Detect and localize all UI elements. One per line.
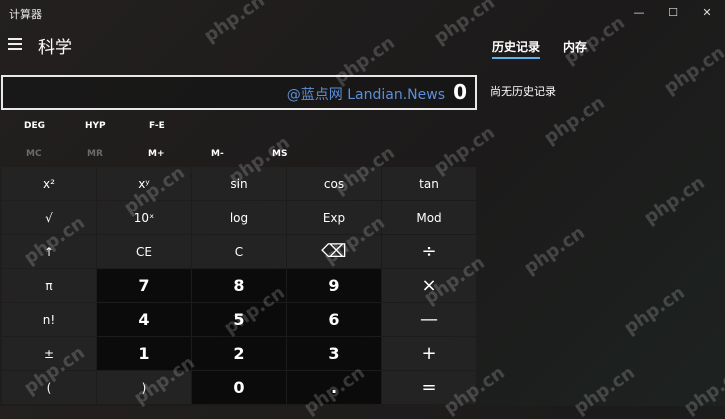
exp-key[interactable]: Exp [287, 201, 381, 234]
clear-entry-key[interactable]: CE [97, 235, 191, 268]
digit-7-key[interactable]: 7 [97, 269, 191, 302]
memory-subtract-button[interactable]: M- [211, 149, 224, 159]
sqrt-key[interactable]: √ [2, 201, 96, 234]
open-paren-key[interactable]: ( [2, 371, 96, 404]
digit-3-key[interactable]: 3 [287, 337, 381, 370]
display-watermark: @蓝点网 Landian.News [286, 87, 445, 103]
minimize-button[interactable]: — [629, 4, 649, 22]
watermark-text: php.cn [540, 92, 609, 149]
watermark-text: php.cn [680, 362, 725, 419]
decimal-key[interactable]: . [287, 371, 381, 404]
title-bar: 计算器 — ☐ ✕ [0, 0, 725, 28]
keypad: x² xʸ sin cos tan √ 10ˣ log Exp Mod ↑ CE C ⌫ ÷ π 7 8 9 × n! 4… [2, 167, 477, 406]
tab-history[interactable]: 历史记录 [492, 38, 540, 55]
menu-icon[interactable] [8, 38, 22, 50]
pi-key[interactable]: π [2, 269, 96, 302]
minus-key[interactable]: — [382, 303, 476, 336]
tan-key[interactable]: tan [382, 167, 476, 200]
digit-9-key[interactable]: 9 [287, 269, 381, 302]
multiply-key[interactable]: × [382, 269, 476, 302]
hyp-button[interactable]: HYP [85, 121, 106, 131]
backspace-key[interactable]: ⌫ [287, 235, 381, 268]
digit-0-key[interactable]: 0 [192, 371, 286, 404]
mode-title: 科学 [38, 38, 72, 58]
shift-key[interactable]: ↑ [2, 235, 96, 268]
digit-5-key[interactable]: 5 [192, 303, 286, 336]
watermark-text: php.cn [570, 362, 639, 419]
plus-key[interactable]: + [382, 337, 476, 370]
angle-unit-button[interactable]: DEG [24, 121, 45, 131]
fe-button[interactable]: F-E [149, 121, 165, 131]
log-key[interactable]: log [192, 201, 286, 234]
history-empty-text: 尚无历史记录 [490, 85, 556, 98]
digit-1-key[interactable]: 1 [97, 337, 191, 370]
watermark-text: php.cn [520, 222, 589, 279]
tab-memory[interactable]: 内存 [563, 38, 587, 55]
close-button[interactable]: ✕ [697, 4, 717, 22]
square-key[interactable]: x² [2, 167, 96, 200]
digit-8-key[interactable]: 8 [192, 269, 286, 302]
memory-recall-button[interactable]: MR [87, 149, 103, 159]
app-title: 计算器 [9, 8, 42, 21]
digit-2-key[interactable]: 2 [192, 337, 286, 370]
digit-6-key[interactable]: 6 [287, 303, 381, 336]
ten-power-key[interactable]: 10ˣ [97, 201, 191, 234]
watermark-text: php.cn [640, 172, 709, 229]
active-tab-indicator [492, 57, 540, 59]
sin-key[interactable]: sin [192, 167, 286, 200]
cos-key[interactable]: cos [287, 167, 381, 200]
factorial-key[interactable]: n! [2, 303, 96, 336]
memory-add-button[interactable]: M+ [148, 149, 165, 159]
close-paren-key[interactable]: ) [97, 371, 191, 404]
watermark-text: php.cn [660, 42, 725, 99]
maximize-button[interactable]: ☐ [663, 4, 683, 22]
watermark-text: php.cn [620, 282, 689, 339]
negate-key[interactable]: ± [2, 337, 96, 370]
clear-key[interactable]: C [192, 235, 286, 268]
memory-store-button[interactable]: MS [272, 149, 287, 159]
memory-clear-button[interactable]: MC [26, 149, 42, 159]
result-display: @蓝点网 Landian.News 0 [1, 75, 477, 110]
digit-4-key[interactable]: 4 [97, 303, 191, 336]
equals-key[interactable]: = [382, 371, 476, 404]
power-key[interactable]: xʸ [97, 167, 191, 200]
mod-key[interactable]: Mod [382, 201, 476, 234]
divide-key[interactable]: ÷ [382, 235, 476, 268]
display-value: 0 [453, 80, 467, 104]
